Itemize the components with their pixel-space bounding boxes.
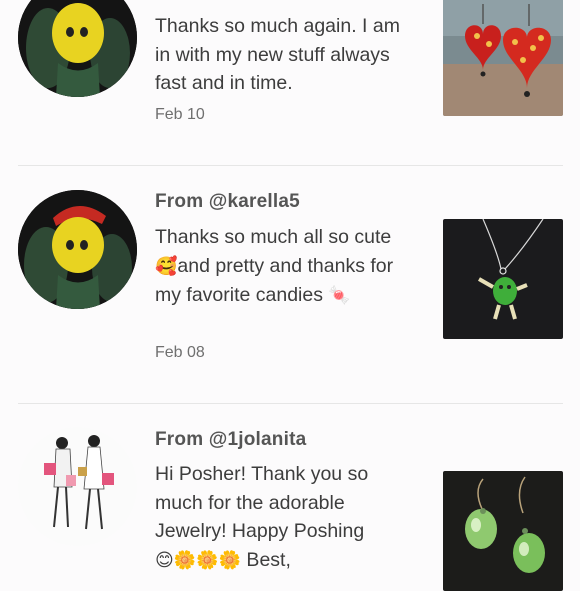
review-feed: Thanks so much again. I am in with my ne… [0,0,580,591]
mm-yellow-character-avatar[interactable] [18,0,137,97]
review-author[interactable]: From @karella5 [155,191,300,213]
smile-and-sunflowers-icon: 😊🌼🌼🌼 [155,549,242,571]
review-date: Feb 08 [155,344,205,361]
divider [18,165,563,166]
two-fashion-girls-avatar[interactable] [18,427,137,546]
mm-pendant-necklace-photo[interactable] [443,219,563,339]
review-date: Feb 10 [155,106,205,123]
candy-icon: 🍬 [328,285,351,306]
review-message: Thanks so much again. I am in with my ne… [155,15,400,94]
review-author[interactable]: From @1jolanita [155,429,306,451]
smiling-face-with-hearts-icon: 🥰 [155,255,178,277]
mm-yellow-character-avatar[interactable] [18,190,137,309]
divider [18,403,563,404]
review-message: Hi Posher! Thank you so much for the ado… [155,463,369,571]
green-drop-earrings-photo[interactable] [443,471,563,591]
red-heart-earrings-photo[interactable] [443,0,563,116]
review-message: Thanks so much all so cute 🥰and pretty a… [155,226,394,306]
